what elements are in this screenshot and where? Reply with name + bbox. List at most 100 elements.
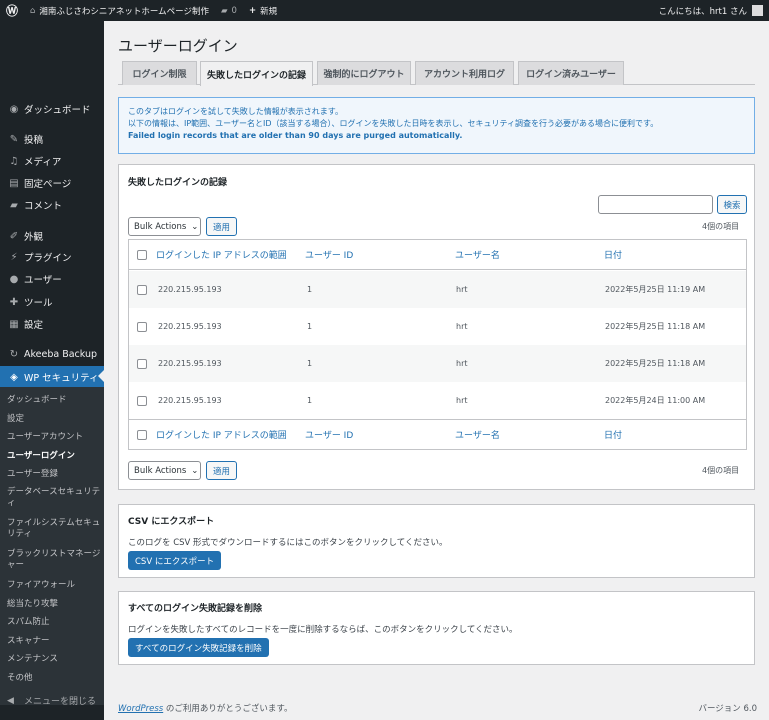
submenu-item-blacklist-manager[interactable]: ブラックリストマネージャー: [7, 549, 101, 571]
wordpress-logo-icon[interactable]: Ⓦ: [0, 0, 24, 21]
column-ip-range-footer[interactable]: ログインした IP アドレスの範囲: [156, 428, 287, 441]
collapse-label: メニューを閉じる: [24, 697, 97, 707]
bulk-actions-label: Bulk Actions: [134, 465, 187, 476]
sidebar-item-label: ツール: [24, 298, 53, 309]
wordpress-link[interactable]: WordPress: [118, 704, 163, 714]
tool-icon: ✚: [9, 296, 19, 308]
tab-login-lockout[interactable]: ログイン制限: [122, 61, 197, 85]
row-checkbox[interactable]: [137, 284, 147, 295]
dashboard-icon: ◉: [9, 103, 19, 115]
row-user-id: 1: [307, 322, 313, 331]
sidebar-item-akeeba-backup[interactable]: ↻ Akeeba Backup: [0, 345, 104, 363]
bulk-actions-select-bottom[interactable]: Bulk Actions ⌄: [128, 461, 201, 480]
submenu-item-scanner[interactable]: スキャナー: [7, 636, 101, 647]
column-user-id-footer[interactable]: ユーザー ID: [305, 428, 353, 441]
search-input[interactable]: [598, 195, 713, 214]
failed-login-records-card: 失敗したログインの記録 検索 Bulk Actions ⌄ 適用 4個の項目 ロ…: [118, 164, 755, 490]
items-count-top: 4個の項目: [702, 222, 740, 231]
sidebar-item-users[interactable]: ● ユーザー: [0, 270, 104, 288]
row-date: 2022年5月25日 11:18 AM: [605, 359, 706, 368]
sidebar-item-label: メディア: [24, 157, 62, 168]
sidebar-item-tools[interactable]: ✚ ツール: [0, 293, 104, 311]
admin-sidebar: ◉ ダッシュボード ✎ 投稿 ♫ メディア ▤ 固定ページ ▰ コメント ✐ 外観 ⚡ プラグ…: [0, 21, 104, 720]
pin-icon: ✎: [9, 133, 19, 145]
tab-bar: ログイン制限 失敗したログインの記録 強制的にログアウト アカウント利用ログ ロ…: [118, 61, 755, 86]
submenu-item-user-login[interactable]: ユーザーログイン: [7, 451, 101, 462]
footer-version: バージョン 6.0: [698, 704, 757, 714]
tab-logged-in-users[interactable]: ログイン済みユーザー: [518, 61, 624, 85]
row-checkbox[interactable]: [137, 358, 147, 369]
bulk-actions-select-top[interactable]: Bulk Actions ⌄: [128, 217, 201, 236]
user-icon: ●: [9, 273, 19, 285]
submenu-item-maintenance[interactable]: メンテナンス: [7, 654, 101, 665]
column-date[interactable]: 日付: [604, 248, 622, 261]
my-account-link[interactable]: こんにちは、hrt1 さん: [653, 0, 769, 21]
plus-icon: +: [248, 5, 257, 16]
csv-title: CSV にエクスポート: [128, 517, 215, 527]
sidebar-item-pages[interactable]: ▤ 固定ページ: [0, 174, 104, 192]
row-date: 2022年5月25日 11:19 AM: [605, 285, 706, 294]
submenu-item-firewall[interactable]: ファイアウォール: [7, 580, 101, 591]
sidebar-item-label: Akeeba Backup: [24, 348, 98, 360]
tab-force-logout[interactable]: 強制的にログアウト: [317, 61, 411, 85]
column-user-id[interactable]: ユーザー ID: [305, 248, 353, 261]
column-ip-range[interactable]: ログインした IP アドレスの範囲: [156, 248, 287, 261]
select-all-checkbox-footer[interactable]: [137, 429, 147, 440]
submenu-item-database-security[interactable]: データベースセキュリティ: [7, 487, 101, 509]
sidebar-item-comments[interactable]: ▰ コメント: [0, 196, 104, 214]
table-row: 220.215.95.193 1 hrt 2022年5月25日 11:19 AM: [129, 271, 746, 308]
site-name-link[interactable]: ⌂ 湘南ふじさわシニアネットホームページ制作: [24, 0, 215, 21]
column-username-footer[interactable]: ユーザー名: [455, 428, 500, 441]
tab-account-activity-log[interactable]: アカウント利用ログ: [415, 61, 514, 85]
sidebar-item-label: 外観: [24, 232, 44, 243]
collapse-arrow-icon: ◀: [7, 695, 14, 706]
sidebar-item-label: 設定: [24, 320, 44, 331]
sidebar-item-dashboard[interactable]: ◉ ダッシュボード: [0, 100, 104, 118]
submenu-item-settings[interactable]: 設定: [7, 414, 101, 425]
row-ip: 220.215.95.193: [158, 359, 222, 368]
delete-all-button[interactable]: すべてのログイン失敗記録を削除: [128, 638, 269, 657]
delete-title: すべてのログイン失敗記録を削除: [128, 604, 263, 614]
sidebar-item-settings[interactable]: ▦ 設定: [0, 315, 104, 333]
column-date-footer[interactable]: 日付: [604, 428, 622, 441]
row-date: 2022年5月25日 11:18 AM: [605, 322, 706, 331]
apply-button-top[interactable]: 適用: [206, 217, 237, 236]
page-title: ユーザーログイン: [118, 37, 238, 55]
comment-icon: ▰: [10, 199, 18, 211]
sidebar-item-wp-security[interactable]: ◈ WP セキュリティ: [0, 366, 104, 388]
select-all-checkbox[interactable]: [137, 249, 147, 260]
column-username[interactable]: ユーザー名: [455, 248, 500, 261]
row-checkbox[interactable]: [137, 395, 147, 406]
page-icon: ▤: [9, 177, 19, 189]
row-username: hrt: [456, 359, 468, 368]
csv-export-card: CSV にエクスポート このログを CSV 形式でダウンロードするにはこのボタン…: [118, 504, 755, 578]
row-username: hrt: [456, 322, 468, 331]
security-submenu: ダッシュボード 設定 ユーザーアカウント ユーザーログイン ユーザー登録 データ…: [0, 387, 104, 705]
submenu-item-user-registration[interactable]: ユーザー登録: [7, 469, 101, 480]
comment-icon: ▰: [220, 5, 228, 16]
row-checkbox[interactable]: [137, 321, 147, 332]
avatar: [752, 5, 763, 16]
sidebar-item-label: WP セキュリティ: [24, 373, 99, 384]
sidebar-item-appearance[interactable]: ✐ 外観: [0, 227, 104, 245]
submenu-item-user-accounts[interactable]: ユーザーアカウント: [7, 432, 101, 443]
submenu-item-brute-force[interactable]: 総当たり攻撃: [7, 599, 101, 610]
sidebar-item-media[interactable]: ♫ メディア: [0, 152, 104, 170]
sidebar-item-label: プラグイン: [24, 253, 72, 264]
submenu-item-filesystem-security[interactable]: ファイルシステムセキュリティ: [7, 518, 101, 540]
tab-failed-login-records[interactable]: 失敗したログインの記録: [200, 61, 313, 86]
sidebar-item-label: ユーザー: [24, 275, 62, 286]
collapse-menu-button[interactable]: ◀ メニューを閉じる: [7, 694, 97, 708]
sidebar-item-posts[interactable]: ✎ 投稿: [0, 130, 104, 148]
apply-button-bottom[interactable]: 適用: [206, 461, 237, 480]
search-button[interactable]: 検索: [717, 195, 747, 214]
submenu-item-dashboard[interactable]: ダッシュボード: [7, 395, 101, 406]
row-user-id: 1: [307, 359, 313, 368]
submenu-item-spam-prevention[interactable]: スパム防止: [7, 617, 101, 628]
csv-export-button[interactable]: CSV にエクスポート: [128, 551, 222, 570]
settings-icon: ▦: [9, 318, 19, 330]
comments-link[interactable]: ▰ 0: [215, 0, 243, 21]
new-content-link[interactable]: + 新規: [243, 0, 283, 21]
submenu-item-miscellaneous[interactable]: その他: [7, 673, 101, 684]
sidebar-item-plugins[interactable]: ⚡ プラグイン: [0, 248, 104, 266]
